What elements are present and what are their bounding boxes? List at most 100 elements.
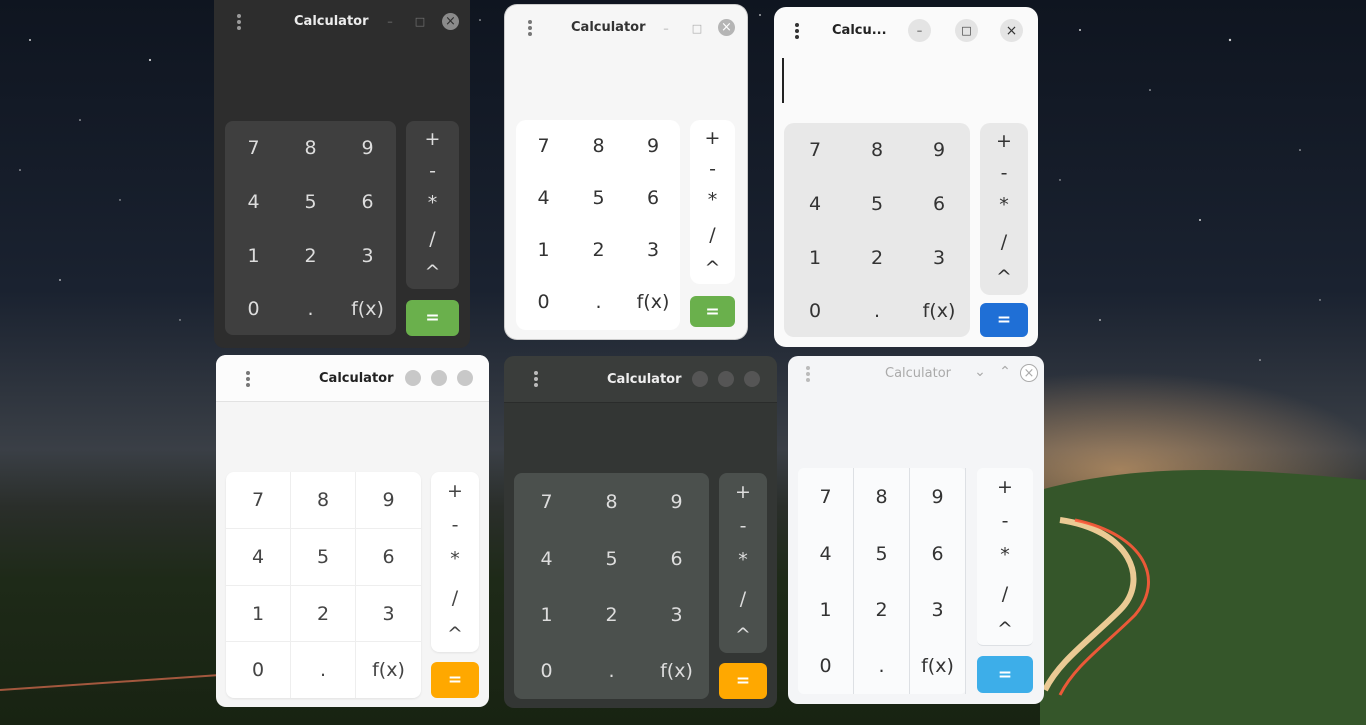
key-7[interactable]: 7	[798, 468, 854, 525]
key-9[interactable]: 9	[356, 472, 421, 529]
key-1[interactable]: 1	[784, 231, 846, 285]
key-plus[interactable]: +	[719, 475, 767, 509]
maximize-icon[interactable]: □	[955, 19, 978, 42]
close-icon[interactable]	[457, 370, 473, 386]
key-power[interactable]: ^	[431, 618, 479, 650]
key-divide[interactable]: /	[980, 223, 1028, 261]
equals-button[interactable]: =	[690, 296, 735, 327]
key-7[interactable]: 7	[784, 123, 846, 177]
key-2[interactable]: 2	[579, 587, 644, 643]
key-9[interactable]: 9	[644, 473, 709, 530]
maximize-icon[interactable]	[718, 371, 734, 387]
key-8[interactable]: 8	[854, 468, 910, 525]
key-function[interactable]: f(x)	[339, 283, 396, 335]
key-divide[interactable]: /	[406, 221, 459, 257]
key-multiply[interactable]: *	[431, 542, 479, 576]
key-0[interactable]: 0	[516, 276, 571, 328]
key-4[interactable]: 4	[225, 175, 282, 229]
key-multiply[interactable]: *	[719, 543, 767, 577]
key-multiply[interactable]: *	[690, 184, 735, 216]
key-7[interactable]: 7	[226, 472, 291, 529]
minimize-icon[interactable]: –	[908, 19, 931, 42]
maximize-icon[interactable]	[431, 370, 447, 386]
key-decimal[interactable]: .	[854, 638, 910, 694]
key-9[interactable]: 9	[908, 123, 970, 177]
key-power[interactable]: ^	[977, 614, 1033, 644]
close-icon[interactable]: ×	[718, 19, 735, 36]
key-decimal[interactable]: .	[291, 642, 356, 698]
key-function[interactable]: f(x)	[908, 285, 970, 337]
minimize-icon[interactable]	[405, 370, 421, 386]
key-4[interactable]: 4	[514, 530, 579, 587]
key-function[interactable]: f(x)	[626, 276, 680, 328]
close-icon[interactable]: ×	[1020, 364, 1038, 382]
key-1[interactable]: 1	[516, 224, 571, 276]
key-1[interactable]: 1	[798, 582, 854, 638]
key-8[interactable]: 8	[282, 121, 339, 175]
key-divide[interactable]: /	[719, 579, 767, 619]
maximize-icon[interactable]: □	[689, 19, 705, 37]
close-icon[interactable]: ×	[442, 13, 459, 30]
equals-button[interactable]: =	[431, 662, 479, 698]
key-4[interactable]: 4	[784, 177, 846, 231]
key-6[interactable]: 6	[908, 177, 970, 231]
key-plus[interactable]: +	[977, 470, 1033, 504]
key-1[interactable]: 1	[514, 587, 579, 643]
menu-icon[interactable]	[534, 371, 538, 389]
key-7[interactable]: 7	[516, 120, 571, 172]
maximize-icon[interactable]: □	[412, 12, 428, 30]
key-3[interactable]: 3	[339, 229, 396, 283]
key-decimal[interactable]: .	[846, 285, 908, 337]
menu-icon[interactable]	[806, 366, 810, 384]
equals-button[interactable]: =	[977, 656, 1033, 693]
key-7[interactable]: 7	[225, 121, 282, 175]
key-minus[interactable]: -	[690, 154, 735, 184]
key-6[interactable]: 6	[339, 175, 396, 229]
key-divide[interactable]: /	[977, 574, 1033, 614]
key-8[interactable]: 8	[291, 472, 356, 529]
key-0[interactable]: 0	[798, 638, 854, 694]
key-plus[interactable]: +	[406, 123, 459, 155]
key-0[interactable]: 0	[225, 283, 282, 335]
minimize-icon[interactable]: –	[382, 12, 398, 30]
menu-icon[interactable]	[246, 371, 250, 389]
key-minus[interactable]: -	[719, 509, 767, 543]
key-6[interactable]: 6	[644, 530, 709, 587]
key-2[interactable]: 2	[854, 582, 910, 638]
key-2[interactable]: 2	[291, 586, 356, 642]
key-6[interactable]: 6	[910, 525, 966, 582]
key-3[interactable]: 3	[910, 582, 966, 638]
key-2[interactable]: 2	[846, 231, 908, 285]
key-3[interactable]: 3	[356, 586, 421, 642]
key-function[interactable]: f(x)	[644, 643, 709, 699]
key-divide[interactable]: /	[431, 578, 479, 618]
key-5[interactable]: 5	[846, 177, 908, 231]
equals-button[interactable]: =	[980, 303, 1028, 337]
key-decimal[interactable]: .	[579, 643, 644, 699]
key-power[interactable]: ^	[690, 254, 735, 282]
key-9[interactable]: 9	[910, 468, 966, 525]
menu-icon[interactable]	[528, 20, 532, 38]
expression-input[interactable]	[782, 58, 784, 103]
key-3[interactable]: 3	[644, 587, 709, 643]
key-9[interactable]: 9	[339, 121, 396, 175]
key-0[interactable]: 0	[514, 643, 579, 699]
key-minus[interactable]: -	[980, 157, 1028, 189]
key-power[interactable]: ^	[980, 261, 1028, 293]
key-multiply[interactable]: *	[977, 538, 1033, 572]
equals-button[interactable]: =	[719, 663, 767, 699]
key-decimal[interactable]: .	[282, 283, 339, 335]
menu-icon[interactable]	[237, 14, 241, 32]
key-power[interactable]: ^	[406, 257, 459, 287]
key-0[interactable]: 0	[784, 285, 846, 337]
key-4[interactable]: 4	[226, 529, 291, 586]
key-6[interactable]: 6	[356, 529, 421, 586]
key-minus[interactable]: -	[431, 508, 479, 542]
key-6[interactable]: 6	[626, 172, 680, 224]
key-plus[interactable]: +	[431, 474, 479, 508]
key-7[interactable]: 7	[514, 473, 579, 530]
key-5[interactable]: 5	[291, 529, 356, 586]
key-3[interactable]: 3	[908, 231, 970, 285]
close-icon[interactable]	[744, 371, 760, 387]
key-minus[interactable]: -	[977, 504, 1033, 538]
